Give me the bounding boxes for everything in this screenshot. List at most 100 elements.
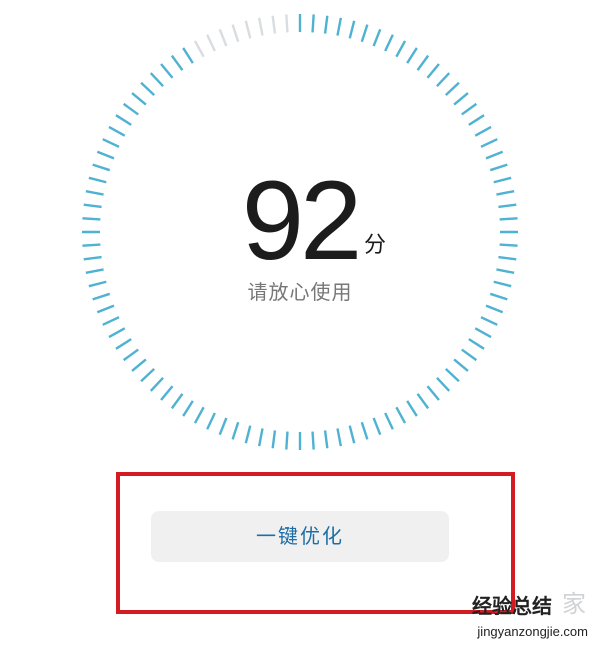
gauge-tick-active <box>461 348 478 362</box>
gauge-tick-active <box>384 34 394 52</box>
gauge-tick-active <box>311 431 315 450</box>
gauge-tick-active <box>372 28 382 47</box>
gauge-tick-active <box>102 316 120 326</box>
gauge-tick-active <box>323 430 329 449</box>
gauge-tick-active <box>311 14 315 33</box>
gauge-tick-active <box>498 203 517 209</box>
gauge-tick-active <box>348 20 356 39</box>
security-score-screen: 92 分 请放心使用 一键优化 家 经验总结 jingyanzongjie.co… <box>0 0 600 657</box>
gauge-tick-active <box>102 138 120 148</box>
gauge-tick-active <box>131 358 147 372</box>
gauge-tick-active <box>436 72 451 88</box>
gauge-tick-active <box>485 150 504 160</box>
watermark-url: jingyanzongjie.com <box>477 624 588 639</box>
gauge-tick-active <box>323 15 329 34</box>
gauge-tick-active <box>372 417 382 436</box>
gauge-tick-active <box>416 393 430 410</box>
gauge-tick-active <box>85 268 104 275</box>
gauge-tick-active <box>498 255 517 261</box>
gauge-tick-active <box>485 304 504 314</box>
gauge-tick-active <box>96 304 115 314</box>
gauge-tick-active <box>206 412 216 430</box>
gauge-tick-active <box>83 255 102 261</box>
gauge-tick-active <box>83 203 102 209</box>
gauge-tick-active <box>244 425 252 444</box>
gauge-tick-active <box>489 163 508 172</box>
gauge-tick-active <box>85 189 104 196</box>
gauge-tick-active <box>82 217 101 221</box>
gauge-tick-active <box>193 406 205 424</box>
gauge-tick-active <box>122 102 139 116</box>
gauge-tick-inactive <box>218 28 228 47</box>
gauge-tick-active <box>108 125 126 137</box>
gauge-tick-active <box>115 338 132 350</box>
gauge-tick-inactive <box>271 15 277 34</box>
gauge-tick-active <box>444 81 460 96</box>
gauge-tick-active <box>182 400 194 417</box>
gauge-tick-active <box>395 40 407 58</box>
gauge-tick-active <box>426 385 440 401</box>
watermark-suffix: 家 <box>562 590 588 618</box>
score-status-text: 请放心使用 <box>247 280 353 304</box>
gauge-tick-active <box>480 316 498 326</box>
gauge-tick-active <box>122 348 139 362</box>
gauge-tick-active <box>384 412 394 430</box>
gauge-tick-active <box>131 92 147 106</box>
gauge-tick-active <box>406 400 418 417</box>
gauge-tick-active <box>496 189 515 196</box>
gauge-tick-active <box>406 47 418 64</box>
gauge-tick-active <box>108 327 126 339</box>
score-value: 92 <box>241 158 363 283</box>
watermark-title: 经验总结 <box>472 594 552 618</box>
gauge-tick-active <box>493 176 512 184</box>
gauge-tick-active <box>474 327 492 339</box>
gauge-tick-active <box>468 338 485 350</box>
gauge-tick-active <box>395 406 407 424</box>
gauge-tick-inactive <box>257 17 264 36</box>
gauge-tick-active <box>360 421 369 440</box>
gauge-tick-active <box>453 92 469 106</box>
gauge-tick-active <box>336 17 343 36</box>
gauge-tick-active <box>348 425 356 444</box>
gauge-tick-active <box>96 150 115 160</box>
score-unit: 分 <box>364 233 387 258</box>
gauge-tick-active <box>82 243 101 247</box>
gauge-tick-active <box>453 358 469 372</box>
gauge-tick-inactive <box>244 20 252 39</box>
gauge-tick-active <box>218 417 228 436</box>
gauge-tick-active <box>426 63 440 79</box>
gauge-tick-active <box>480 138 498 148</box>
gauge-tick-active <box>444 368 460 383</box>
gauge-tick-active <box>416 54 430 71</box>
gauge-tick-active <box>436 376 451 392</box>
gauge-tick-active <box>182 47 194 64</box>
gauge-tick-active <box>499 243 518 247</box>
gauge-tick-active <box>115 114 132 126</box>
gauge-tick-inactive <box>193 40 205 58</box>
gauge-tick-active <box>149 376 164 392</box>
gauge-tick-inactive <box>206 34 216 52</box>
gauge-tick-active <box>461 102 478 116</box>
gauge-tick-active <box>360 24 369 43</box>
watermark: 家 经验总结 jingyanzongjie.com <box>408 589 588 649</box>
gauge-tick-active <box>140 368 156 383</box>
gauge-tick-active <box>140 81 156 96</box>
gauge-tick-active <box>170 393 184 410</box>
one-click-optimize-button[interactable]: 一键优化 <box>151 511 449 562</box>
gauge-tick-active <box>160 63 174 79</box>
gauge-tick-active <box>468 114 485 126</box>
gauge-tick-active <box>499 217 518 221</box>
gauge-tick-active <box>88 176 107 184</box>
gauge-tick-active <box>257 428 264 447</box>
gauge-tick-inactive <box>285 14 289 33</box>
gauge-tick-inactive <box>231 24 240 43</box>
gauge-tick-active <box>285 431 289 450</box>
gauge-tick-active <box>92 163 111 172</box>
gauge-tick-active <box>231 421 240 440</box>
gauge-tick-active <box>496 268 515 275</box>
gauge-tick-active <box>474 125 492 137</box>
gauge-tick-active <box>149 72 164 88</box>
gauge-tick-active <box>170 54 184 71</box>
gauge-tick-active <box>271 430 277 449</box>
gauge-tick-active <box>336 428 343 447</box>
